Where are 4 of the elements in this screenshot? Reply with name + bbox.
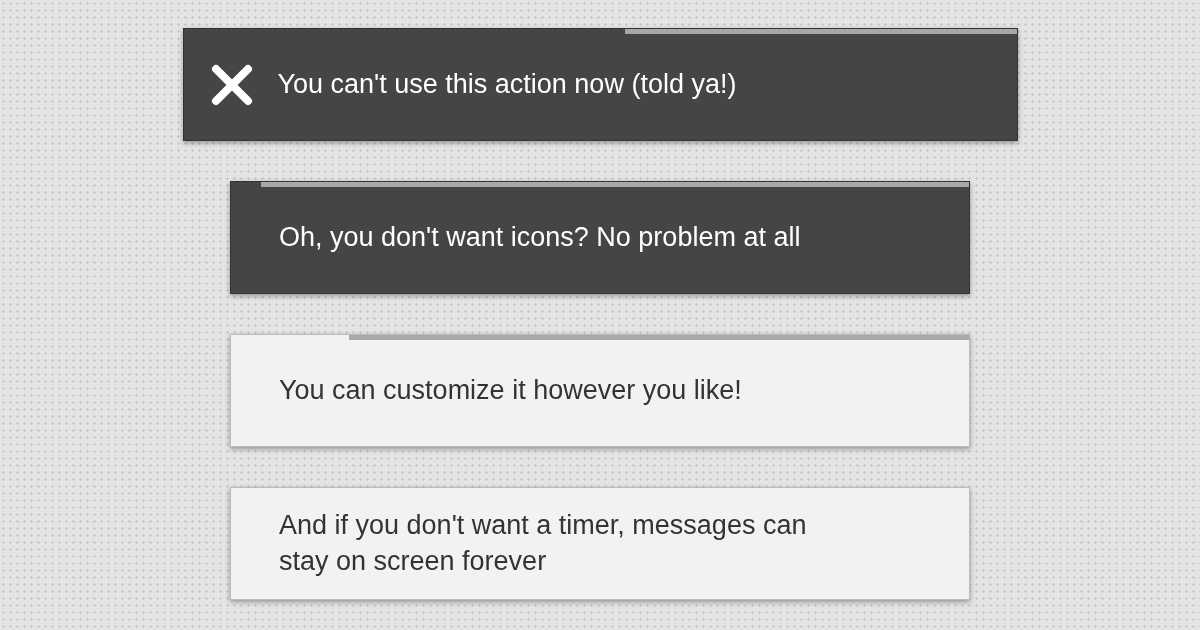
toast-message: Oh, you don't want icons? No problem at all [279, 220, 801, 254]
toast-message: You can customize it however you like! [279, 373, 742, 407]
toast-message: And if you don't want a timer, messages can stay on screen forever [279, 509, 808, 578]
toast-message: You can't use this action now (told ya!) [277, 67, 737, 101]
